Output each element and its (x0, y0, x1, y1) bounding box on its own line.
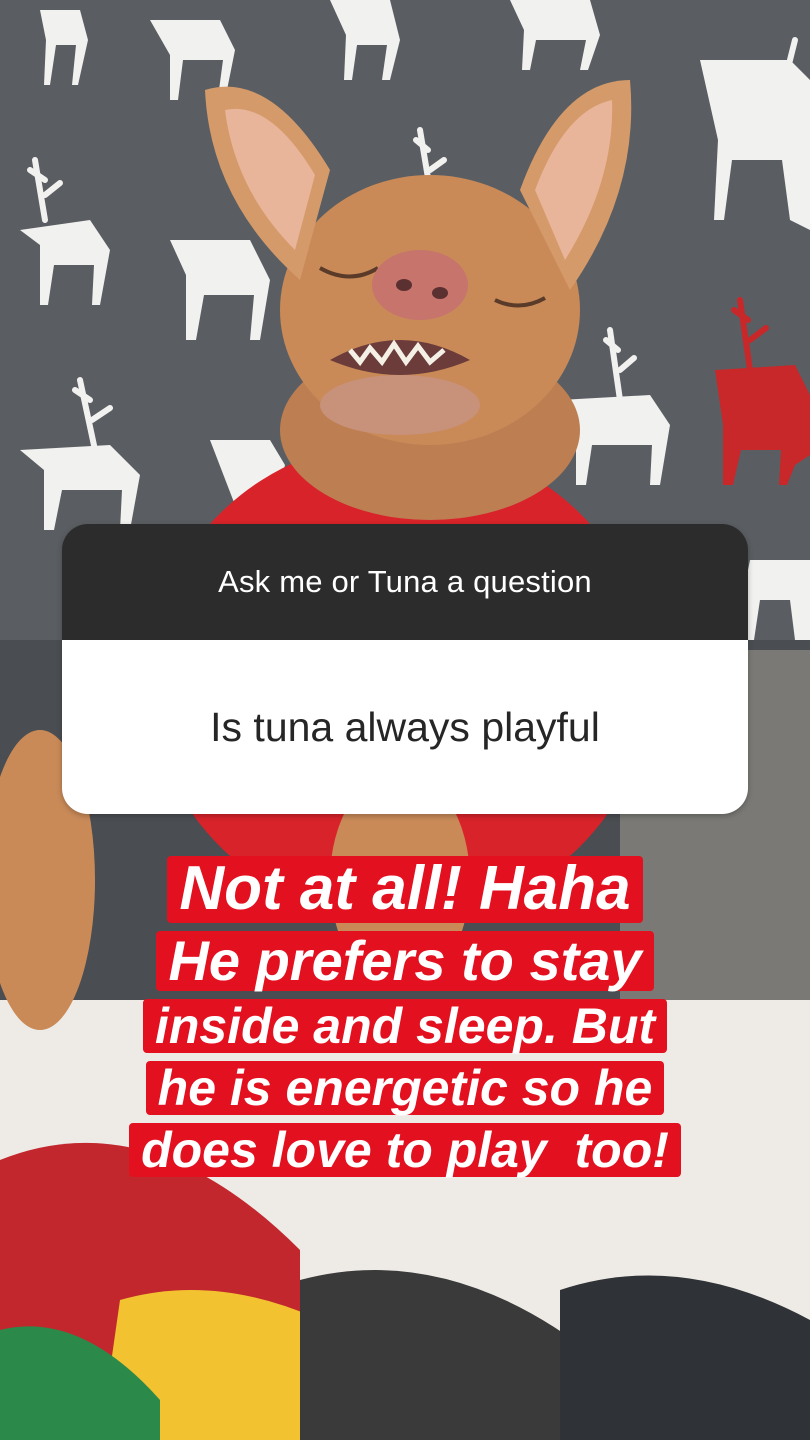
caption-line: does love to play too! (129, 1123, 681, 1178)
question-text: Is tuna always playful (62, 640, 748, 814)
story-caption: Not at all! Haha He prefers to stay insi… (0, 855, 810, 1185)
caption-line: He prefers to stay (156, 930, 654, 992)
caption-line: Not at all! Haha (167, 855, 643, 923)
question-prompt: Ask me or Tuna a question (62, 524, 748, 640)
caption-line: inside and sleep. But (142, 999, 668, 1054)
question-sticker[interactable]: Ask me or Tuna a question Is tuna always… (62, 524, 748, 814)
caption-line: he is energetic so he (145, 1061, 665, 1116)
story-view: Ask me or Tuna a question Is tuna always… (0, 0, 810, 1440)
